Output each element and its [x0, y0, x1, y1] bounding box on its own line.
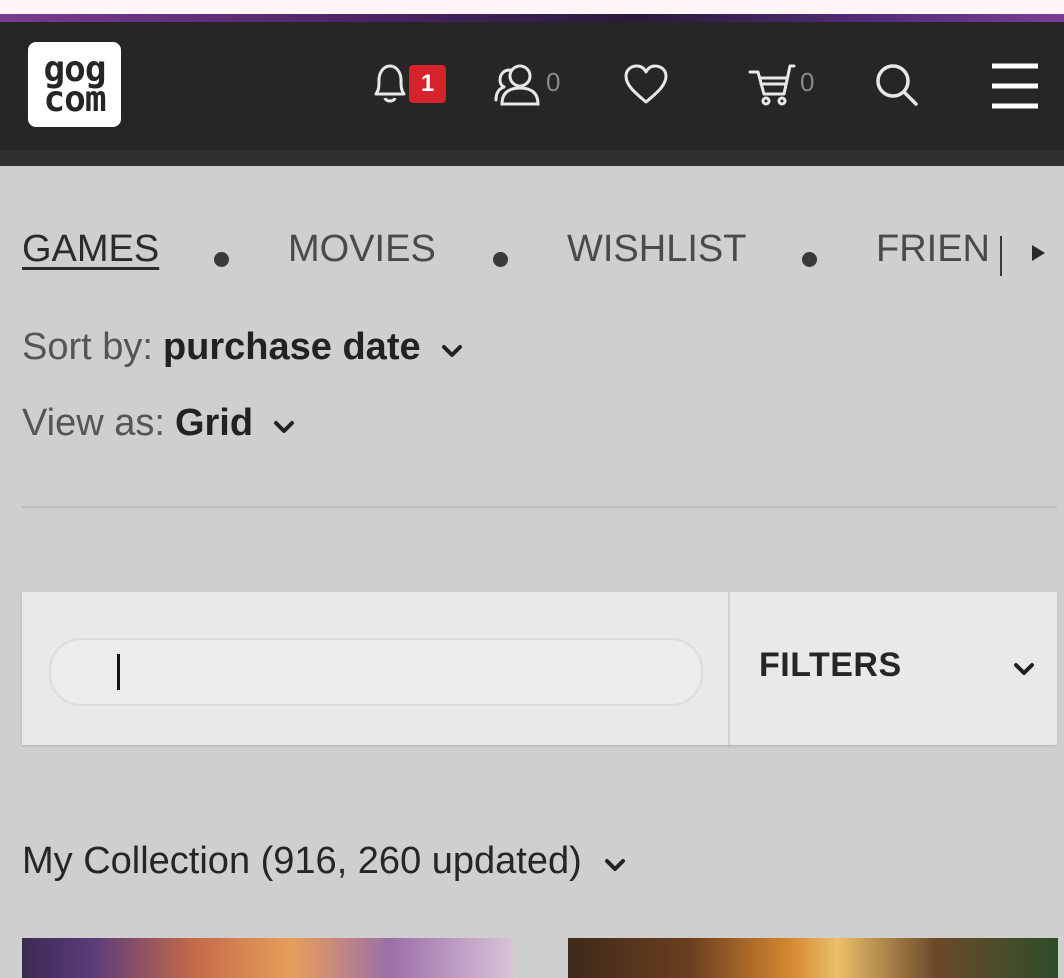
tab-separator-dot — [214, 252, 229, 267]
view-value: Grid — [174, 402, 254, 444]
filters-button[interactable]: FILTERS — [759, 646, 902, 685]
bell-icon[interactable] — [368, 60, 412, 106]
logo-text-bottom: com — [43, 78, 106, 120]
notification-badge: 1 — [409, 65, 446, 103]
search-input[interactable] — [49, 638, 703, 706]
sort-value: purchase date — [162, 326, 421, 368]
tab-wishlist[interactable]: WISHLIST — [567, 228, 746, 271]
search-filter-bar: FILTERS — [22, 592, 1057, 745]
sort-dropdown[interactable]: Sort by: purchase date — [22, 326, 463, 369]
tab-games[interactable]: GAMES — [22, 228, 159, 271]
tabs-scroll-right-icon[interactable] — [1032, 245, 1045, 261]
text-cursor — [117, 654, 120, 690]
chevron-down-icon — [604, 840, 626, 883]
sort-label: Sort by: — [22, 326, 153, 368]
search-icon[interactable] — [874, 62, 920, 108]
gog-logo[interactable]: gog com — [28, 42, 121, 127]
chevron-down-icon[interactable] — [1012, 660, 1036, 683]
collection-title: My Collection (916, 260 updated) — [22, 840, 582, 882]
tab-separator-dot — [802, 252, 817, 267]
top-gradient-strip — [0, 0, 1064, 22]
view-dropdown[interactable]: View as: Grid — [22, 402, 295, 445]
gradient-bar — [0, 14, 1064, 22]
cart-count: 0 — [800, 67, 815, 97]
game-tile-thumbnail[interactable] — [568, 938, 1058, 978]
header-shade — [0, 150, 1064, 166]
heart-icon[interactable] — [622, 62, 670, 106]
site-header: gog com 1 0 0 — [0, 22, 1064, 166]
cart-icon[interactable] — [748, 62, 796, 108]
section-divider — [22, 506, 1057, 508]
tabs-scroll-divider — [1000, 236, 1002, 276]
filter-separator — [728, 592, 730, 745]
chevron-down-icon — [273, 402, 295, 445]
collection-header[interactable]: My Collection (916, 260 updated) — [22, 840, 626, 883]
view-label: View as: — [22, 402, 165, 444]
tab-movies[interactable]: MOVIES — [288, 228, 436, 271]
chevron-down-icon — [441, 326, 463, 369]
tab-separator-dot — [493, 252, 508, 267]
tab-friends[interactable]: FRIEN — [876, 228, 990, 271]
friends-count: 0 — [546, 67, 561, 97]
game-tile-thumbnail[interactable] — [22, 938, 513, 978]
hamburger-menu-icon[interactable] — [990, 62, 1040, 110]
friends-icon[interactable] — [494, 60, 546, 108]
section-tabs: GAMES MOVIES WISHLIST FRIEN — [0, 228, 1064, 284]
